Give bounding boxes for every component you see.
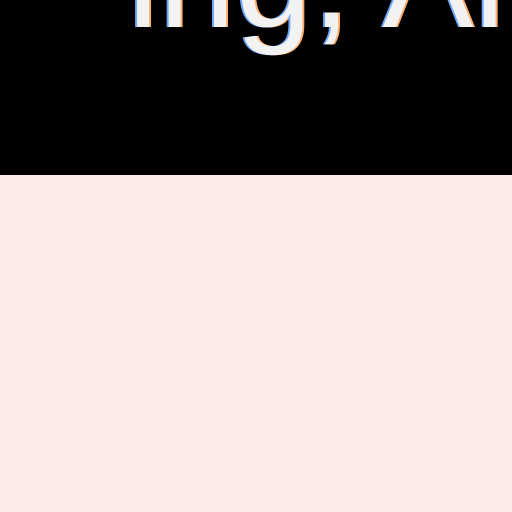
screen: ing, Ani [0,0,512,512]
content-area [0,175,512,512]
cropped-caption-text: ing, Ani [128,0,512,48]
header-band: ing, Ani [0,0,512,175]
